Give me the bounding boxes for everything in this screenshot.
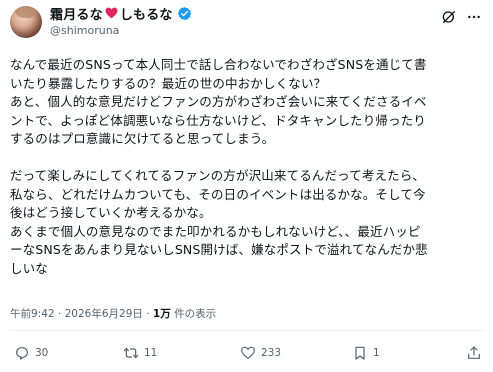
divider: [10, 330, 484, 331]
verified-icon: [177, 6, 191, 20]
post-body: なんで最近のSNSって本人同士で話し合わないでわざわざSNSを通じて書 いたり暴…: [10, 57, 428, 276]
heart-emoji-icon: [105, 7, 118, 19]
avatar[interactable]: [10, 6, 42, 38]
bookmark-count: 1: [373, 347, 380, 359]
more-icon[interactable]: [466, 9, 482, 25]
author-name-row[interactable]: 霜月るな しもるな: [50, 4, 192, 23]
grok-icon[interactable]: [441, 9, 457, 25]
share-icon: [468, 346, 480, 359]
views-count: 1万: [152, 308, 171, 320]
meta-separator: ·: [57, 308, 62, 320]
retweet-button[interactable]: 11: [123, 342, 157, 364]
reply-icon: [16, 347, 28, 360]
handle[interactable]: @shimoruna: [50, 24, 119, 37]
share-button[interactable]: [466, 342, 482, 364]
like-count: 233: [261, 347, 282, 359]
like-icon: [241, 346, 255, 359]
display-name-suffix[interactable]: しもるな: [120, 4, 173, 23]
post-meta: 午前9:42 · 2026年6月29日 · 1万 件の表示: [10, 306, 216, 321]
post-date[interactable]: 2026年6月29日: [65, 308, 143, 320]
display-name[interactable]: 霜月るな: [50, 4, 103, 23]
reply-button[interactable]: 30: [14, 342, 48, 364]
reply-count: 30: [35, 347, 49, 359]
retweet-icon: [123, 347, 139, 359]
meta-separator: ·: [146, 308, 150, 320]
action-bar: 30 11 233 1: [0, 342, 493, 364]
views-label: 件の表示: [170, 308, 217, 320]
like-button[interactable]: 233: [240, 342, 281, 364]
post-time[interactable]: 午前9:42: [10, 308, 55, 320]
bookmark-icon: [355, 346, 365, 360]
post-header: 霜月るな しもるな @shimoruna: [0, 0, 493, 44]
bookmark-count-button[interactable]: 1: [352, 342, 380, 364]
retweet-count: 11: [144, 347, 158, 359]
